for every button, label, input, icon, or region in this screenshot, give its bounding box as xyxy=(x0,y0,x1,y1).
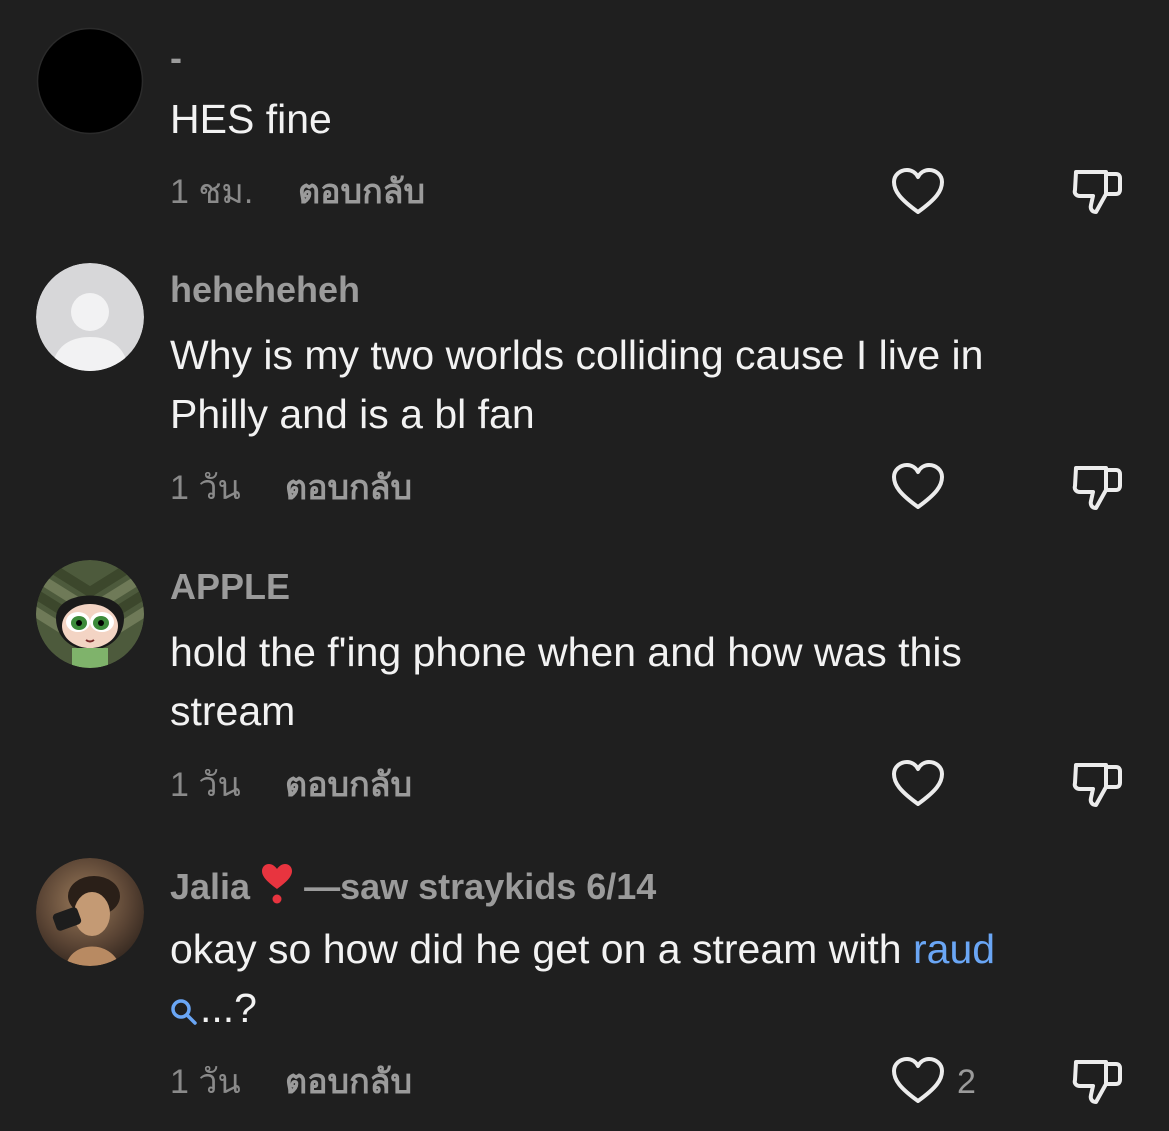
comment-item: heheheheh Why is my two worlds colliding… xyxy=(0,240,1169,540)
comment-item: - HES fine 1 ชม. ตอบกลับ xyxy=(0,0,1169,240)
heart-icon xyxy=(892,1057,944,1103)
comment-username[interactable]: - xyxy=(170,38,182,78)
cartoon-avatar-icon xyxy=(36,560,144,668)
avatar-image xyxy=(36,27,144,135)
avatar[interactable] xyxy=(36,27,144,135)
like-button[interactable] xyxy=(890,759,946,809)
avatar[interactable] xyxy=(36,560,144,668)
comment-username[interactable]: heheheheh xyxy=(170,270,360,310)
comment-timestamp: 1 วัน xyxy=(170,766,241,804)
reply-button[interactable]: ตอบกลับ xyxy=(285,1062,412,1102)
dislike-button[interactable] xyxy=(1070,164,1126,218)
dislike-button[interactable] xyxy=(1070,460,1126,514)
comment-text-line: Philly and is a bl fan xyxy=(170,391,535,437)
red-heart-exclamation-icon xyxy=(260,863,294,913)
reply-button[interactable]: ตอบกลับ xyxy=(298,172,425,212)
like-button[interactable] xyxy=(890,167,946,217)
like-button[interactable] xyxy=(890,1056,946,1106)
comment-text-line: ...? xyxy=(170,979,1140,1042)
comment-text-segment: ...? xyxy=(200,985,257,1031)
search-mention-link[interactable]: raud xyxy=(913,926,995,972)
comment-text-line: okay so how did he get on a stream with … xyxy=(170,920,1140,979)
comment-feed: - HES fine 1 ชม. ตอบกลับ heheheheh Why i… xyxy=(0,0,1169,1131)
like-button[interactable] xyxy=(890,462,946,512)
reply-button[interactable]: ตอบกลับ xyxy=(285,765,412,805)
avatar[interactable] xyxy=(36,858,144,966)
comment-text: Why is my two worlds colliding cause I l… xyxy=(170,326,1140,444)
thumbs-down-icon xyxy=(1072,1060,1122,1104)
dislike-button[interactable] xyxy=(1070,1054,1126,1108)
thumbs-down-icon xyxy=(1072,763,1122,807)
comment-item: Jalia —saw straykids 6/14 okay so how di… xyxy=(0,840,1169,1131)
heart-icon xyxy=(892,168,944,214)
comment-text-line: stream xyxy=(170,688,296,734)
comment-text-segment: okay so how did he get on a stream with xyxy=(170,926,902,972)
comment-text-line: hold the f'ing phone when and how was th… xyxy=(170,629,962,675)
username-name: Jalia xyxy=(170,866,251,907)
avatar[interactable] xyxy=(36,263,144,371)
comment-text: HES fine xyxy=(170,96,332,142)
reply-button[interactable]: ตอบกลับ xyxy=(285,468,412,508)
dislike-button[interactable] xyxy=(1070,757,1126,811)
default-avatar-icon xyxy=(36,263,144,371)
comment-text-line: Why is my two worlds colliding cause I l… xyxy=(170,332,984,378)
search-icon[interactable] xyxy=(170,983,198,1042)
comment-text: hold the f'ing phone when and how was th… xyxy=(170,623,1140,741)
username-tagline: —saw straykids 6/14 xyxy=(304,866,657,907)
thumbs-down-icon xyxy=(1072,170,1122,214)
comment-timestamp: 1 วัน xyxy=(170,1063,241,1101)
comment-timestamp: 1 วัน xyxy=(170,469,241,507)
photo-avatar-icon xyxy=(36,858,144,966)
comment-username[interactable]: APPLE xyxy=(170,567,290,607)
comment-username[interactable]: Jalia —saw straykids 6/14 xyxy=(170,863,656,913)
comment-timestamp: 1 ชม. xyxy=(170,173,254,211)
thumbs-down-icon xyxy=(1072,466,1122,510)
comment-item: APPLE hold the f'ing phone when and how … xyxy=(0,540,1169,840)
like-count: 2 xyxy=(957,1063,976,1101)
comment-text: okay so how did he get on a stream with … xyxy=(170,920,1140,1042)
heart-icon xyxy=(892,463,944,509)
heart-icon xyxy=(892,760,944,806)
